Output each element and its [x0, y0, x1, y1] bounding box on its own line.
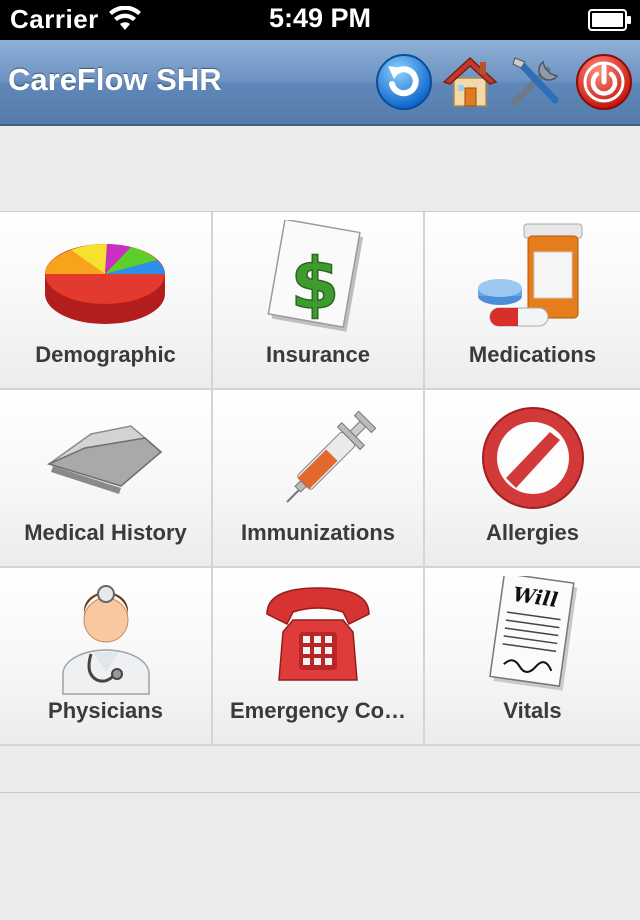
app-title: CareFlow SHR [8, 62, 222, 97]
tile-label: Allergies [486, 520, 579, 545]
settings-button[interactable] [507, 52, 567, 112]
tile-immunizations[interactable]: Immunizations [213, 390, 425, 568]
tile-label: Medications [468, 342, 597, 367]
doctor-icon [41, 576, 171, 696]
svg-text:$: $ [291, 243, 340, 325]
tile-vitals[interactable]: Will Vitals [425, 568, 640, 746]
tile-label: Insurance [266, 342, 370, 367]
will-document-icon: Will [468, 576, 598, 696]
prohibited-icon [468, 398, 598, 518]
navigation-bar: CareFlow SHR [0, 40, 640, 126]
tile-insurance[interactable]: $ Insurance [213, 212, 425, 390]
tile-label: Emergency Co… [229, 698, 407, 723]
battery-icon [588, 9, 632, 36]
dollar-icon: $ [253, 220, 383, 340]
tile-physicians[interactable]: Physicians [0, 568, 213, 746]
tile-medications[interactable]: Medications [425, 212, 640, 390]
clock-label: 5:49 PM [268, 3, 372, 33]
divider [0, 792, 640, 793]
tile-label: Physicians [48, 698, 163, 723]
pill-bottle-icon [468, 220, 598, 340]
tile-allergies[interactable]: Allergies [425, 390, 640, 568]
refresh-button[interactable] [374, 52, 434, 112]
app-root: Carrier 5:49 PM CareFlow SHR Demographic… [0, 0, 640, 920]
pie-chart-icon [41, 220, 171, 340]
home-button[interactable] [440, 52, 500, 112]
tile-medical-history[interactable]: Medical History [0, 390, 213, 568]
tile-label: Immunizations [240, 520, 395, 545]
refresh-icon [376, 54, 432, 110]
power-icon [576, 54, 632, 110]
power-button[interactable] [574, 52, 634, 112]
telephone-icon [253, 576, 383, 696]
home-icon [442, 56, 498, 107]
tile-label: Demographic [35, 342, 176, 367]
tile-emergency-contacts[interactable]: Emergency Co… [213, 568, 425, 746]
tile-demographic[interactable]: Demographic [0, 212, 213, 390]
tile-label: Vitals [503, 698, 562, 723]
folder-icon [41, 398, 171, 518]
status-bar: Carrier 5:49 PM [0, 0, 640, 40]
tile-label: Medical History [24, 520, 187, 545]
feature-grid: Demographic $ Insurance Medications Medi… [0, 211, 640, 746]
settings-tools-icon [511, 57, 559, 106]
syringe-icon [253, 398, 383, 518]
